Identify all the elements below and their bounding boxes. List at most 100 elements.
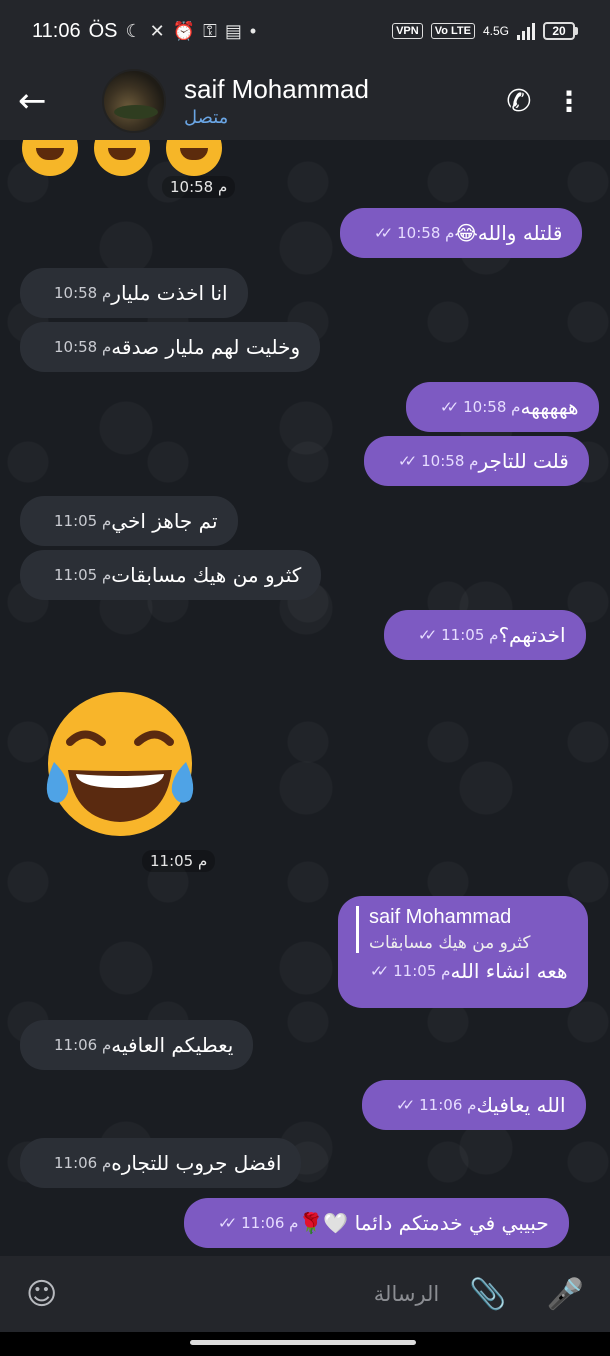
message-time: 10:58 م xyxy=(54,284,112,302)
laughing-emoji-icon xyxy=(22,140,78,176)
double-check-icon: ✓✓ xyxy=(370,962,389,980)
carrier-label: ÖS xyxy=(88,19,118,42)
message-meta: 10:58 م xyxy=(54,338,111,356)
microphone-icon[interactable]: 🎤 xyxy=(547,1277,584,1312)
laughing-emoji-icon xyxy=(166,140,222,176)
message-text: يعطيكم العافيه xyxy=(111,1033,234,1057)
moon-icon: ☾ xyxy=(125,20,142,41)
signal-icon xyxy=(517,22,535,40)
double-check-icon: ✓✓ xyxy=(374,224,393,242)
double-check-icon: ✓✓ xyxy=(418,626,437,644)
message-meta: ✓✓ 11:05 م xyxy=(418,626,498,644)
message-meta: ✓✓ 10:58 م xyxy=(374,224,454,242)
message-out[interactable]: هههههه ✓✓ 10:58 م xyxy=(406,382,599,432)
alarm-icon: ⏰ xyxy=(172,20,196,41)
status-left: 11:06 ÖS ☾ ✕ ⏰ ⚿ ▤ • xyxy=(32,20,256,43)
reply-name: saif Mohammad xyxy=(369,906,512,928)
home-indicator[interactable] xyxy=(190,1340,416,1345)
composer: ☺ 📎 🎤 xyxy=(0,1256,610,1332)
double-check-icon: ✓✓ xyxy=(218,1214,237,1232)
message-time: 11:05 م xyxy=(142,850,216,872)
message-text: حبيبي في خدمتكم دائما 🤍🌹 xyxy=(298,1211,549,1235)
message-out[interactable]: قلت للتاجر ✓✓ 10:58 م xyxy=(364,436,589,486)
message-time: 11:05 م xyxy=(54,566,112,584)
status-right: VPN Vo LTE 4.5G 20 xyxy=(392,22,578,40)
double-check-icon: ✓✓ xyxy=(440,398,459,416)
message-in[interactable]: كثرو من هيك مسابقات 11:05 م xyxy=(20,550,322,600)
message-out[interactable]: قلتله والله😂 ✓✓ 10:58 م xyxy=(340,208,583,258)
message-time: 10:58 م xyxy=(54,338,112,356)
battery-level: 20 xyxy=(543,22,575,40)
message-in[interactable]: وخليت لهم مليار صدقه 10:58 م xyxy=(20,322,321,372)
message-in[interactable]: انا اخذت مليار 10:58 م xyxy=(20,268,248,318)
avatar[interactable] xyxy=(102,69,166,133)
key-icon: ⚿ xyxy=(203,20,217,41)
message-meta: 11:06 م xyxy=(54,1154,111,1172)
message-meta: ✓✓ 11:06 م xyxy=(218,1214,298,1232)
contact-status: متصل xyxy=(184,107,229,128)
reply-text: كثرو من هيك مسابقات xyxy=(369,933,531,953)
message-time: 11:05 م xyxy=(54,512,112,530)
status-bar: 11:06 ÖS ☾ ✕ ⏰ ⚿ ▤ • VPN Vo LTE 4.5G 20 xyxy=(0,0,610,62)
message-meta: ✓✓ 11:05 م xyxy=(370,962,450,980)
message-meta: 11:06 م xyxy=(54,1036,111,1054)
reply-message-out[interactable]: saif Mohammad كثرو من هيك مسابقات هعه ان… xyxy=(338,896,588,1008)
message-time: 11:06 م xyxy=(419,1096,477,1114)
vpn-badge: VPN xyxy=(392,23,423,39)
message-text: هههههه xyxy=(520,395,579,419)
arrow-left-icon[interactable]: ← xyxy=(18,81,78,121)
message-meta: ✓✓ 11:06 م xyxy=(396,1096,476,1114)
double-check-icon: ✓✓ xyxy=(396,1096,415,1114)
message-time: 11:05 م xyxy=(441,626,499,644)
message-meta: ✓✓ 10:58 م xyxy=(440,398,520,416)
emoji-row xyxy=(22,140,222,176)
chat-area[interactable]: 10:58 م قلتله والله😂 ✓✓ 10:58 م انا اخذت … xyxy=(0,140,610,1256)
composer-left: ☺ xyxy=(26,1277,440,1312)
message-out[interactable]: اخدتهم؟ ✓✓ 11:05 م xyxy=(384,610,586,660)
dot-icon: • xyxy=(249,20,257,41)
mute-icon: ✕ xyxy=(149,20,165,41)
message-text: كثرو من هيك مسابقات xyxy=(111,563,302,587)
message-in[interactable]: يعطيكم العافيه 11:06 م xyxy=(20,1020,254,1070)
message-text: قلت للتاجر xyxy=(478,449,569,473)
sticker-laughing-emoji-icon[interactable] xyxy=(40,692,200,842)
message-text: انا اخذت مليار xyxy=(111,281,228,305)
message-meta: ✓✓ 10:58 م xyxy=(398,452,478,470)
laughing-emoji-icon xyxy=(94,140,150,176)
message-text: وخليت لهم مليار صدقه xyxy=(111,335,301,359)
volte-badge: Vo LTE xyxy=(430,23,475,39)
clock: 11:06 xyxy=(32,19,81,42)
message-in[interactable]: افضل جروب للتجاره 11:06 م xyxy=(20,1138,302,1188)
message-in[interactable]: تم جاهز اخي 11:05 م xyxy=(20,496,238,546)
paperclip-icon[interactable]: 📎 xyxy=(469,1277,506,1312)
message-time: 11:06 م xyxy=(54,1036,112,1054)
message-time: 11:06 م xyxy=(241,1214,299,1232)
message-text: اخدتهم؟ xyxy=(498,623,566,647)
title-block[interactable]: saif Mohammad متصل xyxy=(184,74,494,128)
reply-quote[interactable]: saif Mohammad كثرو من هيك مسابقات xyxy=(356,906,570,953)
network-label: 4.5G xyxy=(482,24,509,38)
battery-icon: 20 xyxy=(543,22,578,40)
message-time: 11:06 م xyxy=(54,1154,112,1172)
chat-header: ← saif Mohammad متصل ✆ ⋮ xyxy=(0,62,610,140)
message-meta: 11:05 م xyxy=(54,566,111,584)
double-check-icon: ✓✓ xyxy=(398,452,417,470)
contact-name: saif Mohammad xyxy=(184,74,369,104)
phone-icon[interactable]: ✆ xyxy=(494,84,544,119)
message-text: افضل جروب للتجاره xyxy=(111,1151,282,1175)
message-time: 10:58 م xyxy=(397,224,455,242)
reply-row: هعه انشاء الله ✓✓ 11:05 م xyxy=(356,959,570,983)
message-time: 11:05 م xyxy=(393,962,451,980)
message-time: 10:58 م xyxy=(162,176,236,198)
smile-icon[interactable]: ☺ xyxy=(26,1277,57,1312)
message-out[interactable]: حبيبي في خدمتكم دائما 🤍🌹 ✓✓ 11:06 م xyxy=(184,1198,569,1248)
message-out[interactable]: الله يعافيك ✓✓ 11:06 م xyxy=(362,1080,586,1130)
message-text: تم جاهز اخي xyxy=(111,509,218,533)
message-text: الله يعافيك xyxy=(476,1093,566,1117)
card-icon: ▤ xyxy=(224,20,242,41)
more-vertical-icon[interactable]: ⋮ xyxy=(544,85,594,118)
message-text: هعه انشاء الله xyxy=(450,959,568,983)
message-time: 10:58 م xyxy=(421,452,479,470)
message-meta: 11:05 م xyxy=(54,512,111,530)
message-input[interactable] xyxy=(73,1282,440,1306)
